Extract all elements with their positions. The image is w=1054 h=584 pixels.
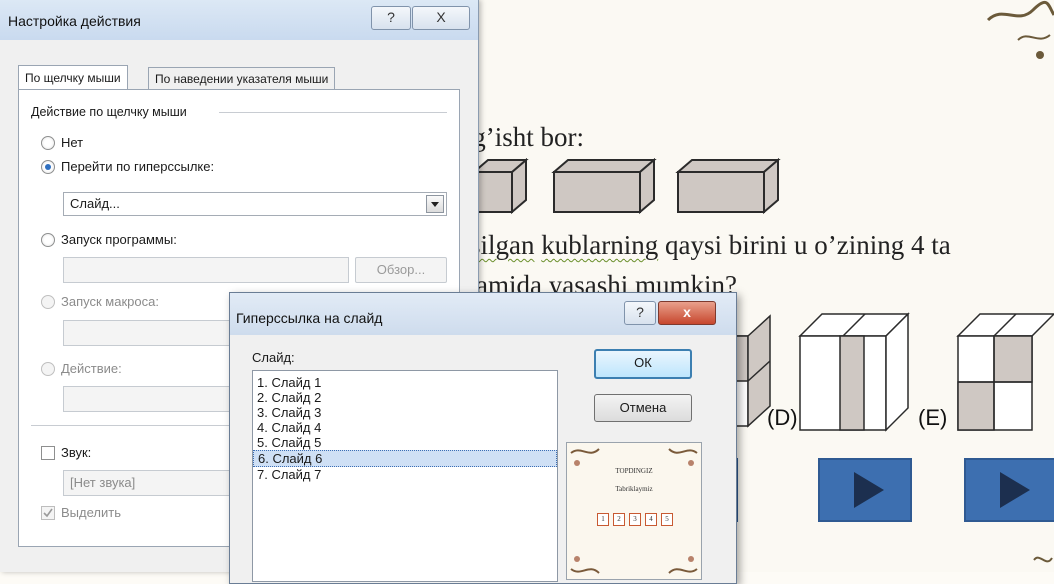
list-item[interactable]: 4. Слайд 4: [253, 420, 557, 435]
preview-box: 3: [629, 513, 641, 526]
play-button-d[interactable]: [818, 458, 912, 522]
radio-run-macro[interactable]: [41, 295, 55, 309]
close-icon: X: [436, 9, 446, 25]
preview-subheading: Tabriklaymiz: [615, 485, 653, 493]
sound-label[interactable]: Звук:: [61, 445, 91, 460]
slide-preview: TOPDINGIZ Tabriklaymiz 1 2 3 4 5: [566, 442, 702, 580]
close-icon: x: [683, 304, 691, 320]
radio-run-program[interactable]: [41, 233, 55, 247]
slide-list-label: Слайд:: [252, 350, 295, 365]
list-item[interactable]: 2. Слайд 2: [253, 390, 557, 405]
tab-mouse-click[interactable]: По щелчку мыши: [18, 65, 128, 91]
radio-action[interactable]: [41, 362, 55, 376]
highlight-label[interactable]: Выделить: [61, 505, 121, 520]
radio-none-label[interactable]: Нет: [61, 135, 83, 150]
hyperlink-select[interactable]: Слайд...: [63, 192, 447, 216]
program-path-field[interactable]: [63, 257, 349, 283]
preview-box: 2: [613, 513, 625, 526]
cancel-button[interactable]: Отмена: [594, 394, 692, 422]
help-button[interactable]: ?: [624, 301, 656, 325]
action-dialog-titlebar[interactable]: Настройка действия ? X: [0, 0, 478, 40]
play-icon: [1000, 472, 1030, 508]
corner-ornament-bottom-icon: [1033, 556, 1053, 563]
close-button[interactable]: X: [412, 6, 470, 30]
radio-action-label[interactable]: Действие:: [61, 361, 122, 376]
corner-ornament-icon: [986, 0, 1054, 59]
action-dialog-title: Настройка действия: [8, 13, 141, 29]
slide-listbox[interactable]: 1. Слайд 1 2. Слайд 2 3. Слайд 3 4. Слай…: [252, 370, 558, 582]
radio-hyperlink-label[interactable]: Перейти по гиперссылке:: [61, 159, 214, 174]
group-label: Действие по щелчку мыши: [31, 105, 191, 119]
preview-ornament-icon: [570, 448, 698, 574]
preview-box: 5: [661, 513, 673, 526]
slide-text-line2: silgan kublarning qaysi birini u o’zinin…: [470, 230, 951, 260]
hyperlink-dialog-titlebar[interactable]: Гиперссылка на слайд ? x: [230, 293, 736, 335]
checkmark-icon: [43, 508, 53, 518]
hyperlink-to-slide-dialog: Гиперссылка на слайд ? x Слайд: 1. Слайд…: [229, 292, 737, 584]
radio-none[interactable]: [41, 136, 55, 150]
list-item[interactable]: 7. Слайд 7: [253, 467, 557, 482]
preview-box: 4: [645, 513, 657, 526]
option-label-d: (D): [767, 405, 798, 430]
macro-field[interactable]: [63, 320, 235, 346]
play-icon: [854, 472, 884, 508]
sound-select[interactable]: [Нет звука]: [63, 470, 235, 496]
radio-run-program-label[interactable]: Запуск программы:: [61, 232, 177, 247]
list-item[interactable]: 1. Слайд 1: [253, 375, 557, 390]
help-icon: ?: [387, 9, 395, 25]
divider: [31, 425, 231, 426]
list-item[interactable]: 5. Слайд 5: [253, 435, 557, 450]
option-label-e: (E): [918, 405, 948, 430]
close-button[interactable]: x: [658, 301, 716, 325]
brick-shapes: [471, 158, 781, 215]
action-field[interactable]: [63, 386, 235, 412]
chevron-down-icon[interactable]: [426, 195, 444, 213]
preview-heading: TOPDINGIZ: [615, 467, 653, 475]
play-button-e[interactable]: [964, 458, 1054, 522]
sound-checkbox[interactable]: [41, 446, 55, 460]
radio-run-macro-label[interactable]: Запуск макроса:: [61, 294, 159, 309]
tab-mouse-over[interactable]: По наведении указателя мыши: [148, 67, 336, 91]
help-icon: ?: [636, 304, 644, 320]
ok-button[interactable]: ОК: [594, 349, 692, 379]
hyperlink-select-value: Слайд...: [70, 196, 120, 211]
preview-box: 1: [597, 513, 609, 526]
hyperlink-dialog-title: Гиперссылка на слайд: [236, 310, 383, 326]
list-item-selected[interactable]: 6. Слайд 6: [253, 450, 557, 467]
help-button[interactable]: ?: [371, 6, 411, 30]
list-item[interactable]: 3. Слайд 3: [253, 405, 557, 420]
group-divider: [219, 112, 447, 113]
sound-select-value: [Нет звука]: [70, 475, 136, 490]
radio-hyperlink[interactable]: [41, 160, 55, 174]
browse-button[interactable]: Обзор...: [355, 257, 447, 283]
highlight-checkbox[interactable]: [41, 506, 55, 520]
